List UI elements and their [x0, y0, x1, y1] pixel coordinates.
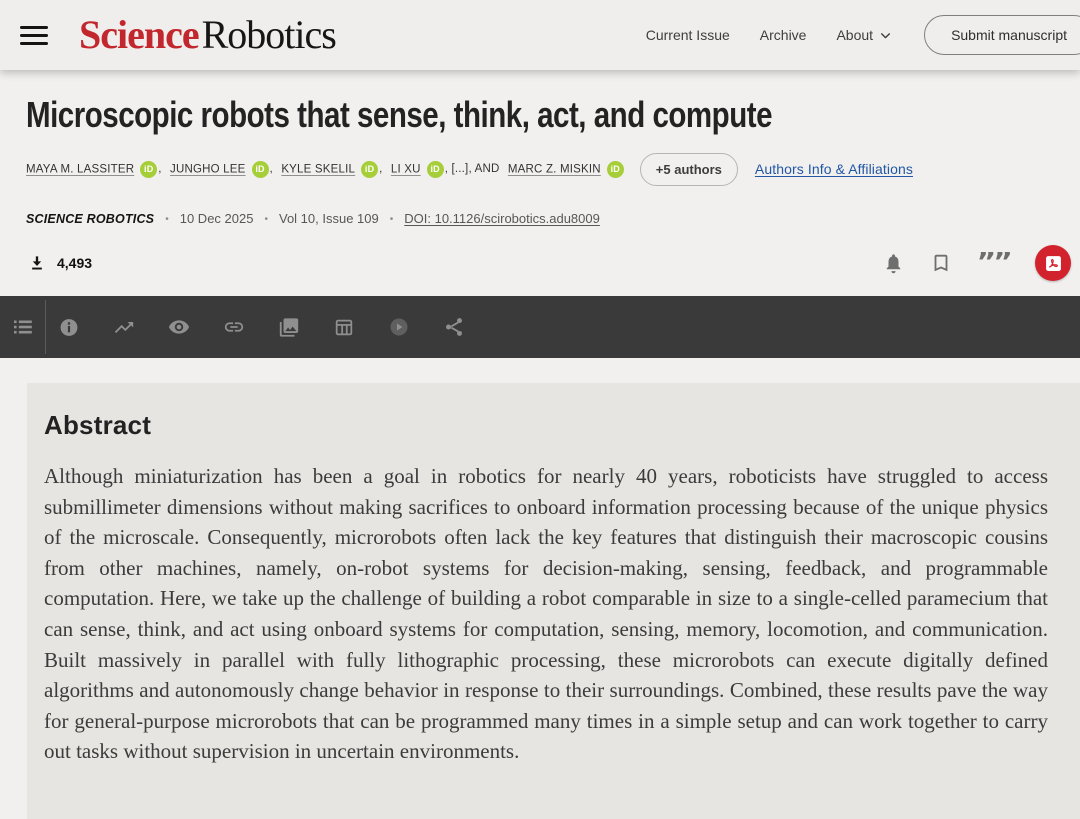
author-link[interactable]: JUNGHO LEE [170, 163, 246, 175]
info-icon[interactable] [58, 316, 80, 338]
logo-robotics: Robotics [202, 12, 336, 57]
abstract-section: Abstract Although miniaturization has be… [27, 383, 1080, 819]
pdf-download-icon[interactable] [1035, 245, 1071, 281]
orcid-icon[interactable]: iD [607, 161, 624, 178]
meta-separator [264, 211, 268, 226]
media-icon[interactable] [278, 316, 300, 338]
author-separator: , [158, 163, 165, 175]
cite-quote-icon[interactable]: ”” [977, 252, 1010, 274]
authors-ellipsis: , [...], AND [445, 163, 503, 175]
authors-list: MAYA M. LASSITER iD, JUNGHO LEE iD, KYLE S… [26, 161, 625, 178]
site-header: ScienceRobotics Current Issue Archive Abou… [0, 0, 1080, 70]
nav-item-archive[interactable]: Archive [760, 27, 807, 43]
play-icon[interactable] [388, 316, 410, 338]
submit-manuscript-button[interactable]: Submit manuscript [924, 15, 1080, 55]
metrics-row: 4,493 ”” [0, 242, 1080, 284]
logo-science: Science [79, 12, 199, 57]
tables-icon[interactable] [333, 316, 355, 338]
nav-item-current-issue[interactable]: Current Issue [646, 27, 730, 43]
contents-icon[interactable] [0, 315, 45, 339]
publish-date: 10 Dec 2025 [180, 211, 254, 226]
orcid-icon[interactable]: iD [252, 161, 269, 178]
article-toolbar [0, 296, 1080, 358]
journal-logo[interactable]: ScienceRobotics [79, 15, 336, 55]
link-icon[interactable] [223, 316, 245, 338]
orcid-icon[interactable]: iD [140, 161, 157, 178]
author-separator: , [270, 163, 277, 175]
nav-item-about[interactable]: About [836, 27, 892, 43]
orcid-icon[interactable]: iD [361, 161, 378, 178]
downloads-metric: 4,493 [27, 253, 92, 273]
bookmark-icon[interactable] [930, 252, 952, 274]
author-link[interactable]: LI XU [391, 163, 421, 175]
more-authors-button[interactable]: +5 authors [640, 153, 738, 186]
author-link[interactable]: MARC Z. MISKIN [508, 163, 601, 175]
volume-issue: Vol 10, Issue 109 [279, 211, 379, 226]
author-link[interactable]: MAYA M. LASSITER [26, 163, 134, 175]
metrics-icon[interactable] [113, 316, 135, 338]
action-icons: ”” [882, 245, 1071, 281]
main-nav: Current Issue Archive About [646, 27, 892, 43]
eye-icon[interactable] [168, 316, 190, 338]
page-title: Microscopic robots that sense, think, ac… [26, 94, 772, 136]
menu-icon[interactable] [20, 21, 48, 50]
authors-info-link[interactable]: Authors Info & Affiliations [755, 161, 913, 177]
toolbar-divider [45, 300, 46, 354]
chevron-down-icon [879, 29, 892, 42]
journal-name: SCIENCE ROBOTICS [26, 212, 154, 226]
abstract-text: Although miniaturization has been a goal… [44, 461, 1048, 767]
downloads-count: 4,493 [57, 255, 92, 271]
share-icon[interactable] [443, 316, 465, 338]
orcid-icon[interactable]: iD [427, 161, 444, 178]
meta-separator [390, 211, 394, 226]
author-link[interactable]: KYLE SKELIL [281, 163, 355, 175]
author-separator: , [379, 163, 386, 175]
toolbar-icons [58, 316, 465, 338]
article-meta: SCIENCE ROBOTICS 10 Dec 2025 Vol 10, Iss… [26, 211, 600, 226]
download-icon [27, 253, 47, 273]
abstract-heading: Abstract [44, 410, 1048, 441]
meta-separator [165, 211, 169, 226]
notifications-bell-icon[interactable] [882, 252, 905, 275]
authors-row: MAYA M. LASSITER iD, JUNGHO LEE iD, KYLE S… [26, 153, 1076, 185]
article-page: ScienceRobotics Current Issue Archive Abou… [0, 0, 1080, 819]
doi-link[interactable]: DOI: 10.1126/scirobotics.adu8009 [404, 211, 600, 226]
